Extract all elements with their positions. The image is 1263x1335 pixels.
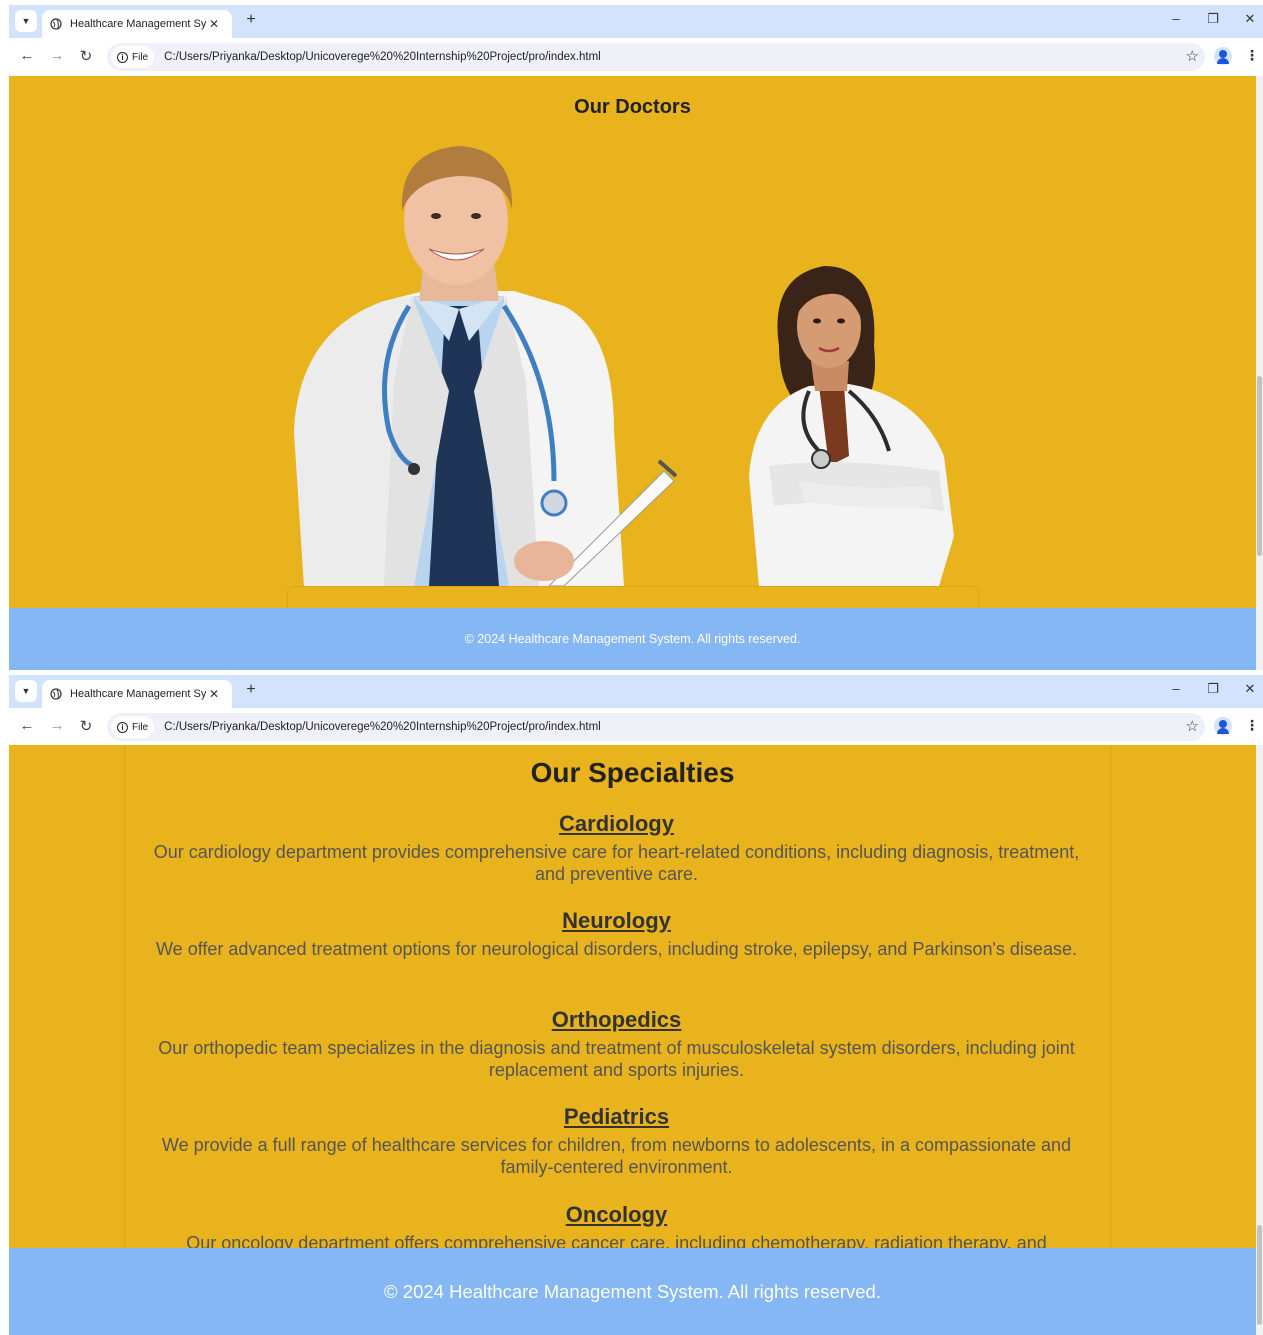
site-info-chip[interactable]: i File — [111, 716, 155, 738]
bookmark-star-icon[interactable]: ☆ — [1186, 47, 1199, 65]
forward-icon[interactable]: → — [47, 717, 67, 734]
globe-icon — [50, 688, 62, 700]
specialty-name: Orthopedics — [551, 1007, 682, 1032]
close-window-icon[interactable]: ✕ — [1240, 11, 1260, 27]
footer-copyright: © 2024 Healthcare Management System. All… — [384, 1280, 881, 1302]
scrollbar-thumb[interactable] — [1257, 376, 1262, 556]
specialty-name: Cardiology — [559, 811, 674, 836]
specialty-description: We offer advanced treatment options for … — [156, 939, 1077, 959]
globe-icon — [50, 18, 62, 30]
specialties-section: Our Specialties Cardiology Our cardiolog… — [9, 745, 1256, 1248]
section-title: Our Doctors — [574, 96, 691, 118]
back-icon[interactable]: ← — [17, 47, 37, 64]
male-doctor-photo — [294, 146, 678, 586]
specialty-item: Orthopedics Our orthopedic team speciali… — [149, 1007, 1084, 1081]
close-window-icon[interactable]: ✕ — [1240, 681, 1260, 697]
female-doctor-photo — [749, 266, 954, 586]
url-text: C:/Users/Priyanka/Desktop/Unicoverege%20… — [164, 51, 601, 63]
close-tab-icon[interactable]: ✕ — [206, 17, 222, 31]
reload-icon[interactable]: ↻ — [76, 717, 96, 735]
browser-toolbar: ← → ↻ i File C:/Users/Priyanka/Desktop/U… — [9, 708, 1263, 746]
browser-menu-icon[interactable]: ⋮ — [1245, 47, 1259, 64]
tab-strip: ▼ Healthcare Management System ✕ + – ❐ ✕ — [9, 675, 1263, 708]
browser-tab[interactable]: Healthcare Management System ✕ — [42, 10, 232, 38]
info-icon: i — [117, 51, 128, 63]
specialty-name: Oncology — [565, 1202, 668, 1227]
restore-icon[interactable]: ❐ — [1203, 11, 1223, 27]
specialty-name: Neurology — [562, 908, 671, 933]
site-info-label: File — [132, 51, 149, 63]
page-scrollbar[interactable] — [1256, 745, 1263, 1335]
scrollbar-thumb[interactable] — [1257, 1225, 1262, 1325]
tab-search-dropdown-icon[interactable]: ▼ — [15, 680, 37, 702]
specialty-description: We provide a full range of healthcare se… — [161, 1135, 1072, 1177]
browser-window-specialties: ▼ Healthcare Management System ✕ + – ❐ ✕… — [0, 670, 1263, 1335]
tab-title: Healthcare Management System — [70, 18, 206, 30]
restore-icon[interactable]: ❐ — [1203, 681, 1223, 697]
bookmark-star-icon[interactable]: ☆ — [1186, 717, 1199, 735]
specialty-item: Oncology Our oncology department offers … — [149, 1202, 1084, 1248]
profile-avatar-icon[interactable] — [1214, 717, 1232, 735]
section-title: Our Specialties — [530, 757, 735, 788]
page-footer: © 2024 Healthcare Management System. All… — [9, 1248, 1256, 1335]
specialty-name: Pediatrics — [563, 1104, 670, 1129]
page-scrollbar[interactable] — [1256, 76, 1263, 670]
specialty-description: Our oncology department offers comprehen… — [186, 1233, 1047, 1248]
profile-avatar-icon[interactable] — [1214, 47, 1232, 65]
specialty-description: Our orthopedic team specializes in the d… — [158, 1038, 1075, 1080]
back-icon[interactable]: ← — [17, 717, 37, 734]
minimize-icon[interactable]: – — [1166, 11, 1186, 26]
tab-strip: ▼ Healthcare Management System ✕ + – ❐ ✕ — [9, 5, 1263, 38]
reload-icon[interactable]: ↻ — [76, 47, 96, 65]
forward-icon[interactable]: → — [47, 47, 67, 64]
specialty-item: Neurology We offer advanced treatment op… — [149, 908, 1084, 960]
specialty-description: Our cardiology department provides compr… — [153, 842, 1080, 884]
site-info-chip[interactable]: i File — [111, 46, 155, 68]
doctor-card-frame — [287, 586, 979, 608]
specialty-item: Pediatrics We provide a full range of he… — [149, 1104, 1084, 1178]
new-tab-icon[interactable]: + — [241, 681, 261, 699]
tab-search-dropdown-icon[interactable]: ▼ — [15, 10, 37, 32]
footer-copyright: © 2024 Healthcare Management System. All… — [464, 632, 801, 646]
info-icon: i — [117, 721, 128, 733]
specialty-item: Cardiology Our cardiology department pro… — [149, 811, 1084, 885]
site-info-label: File — [132, 721, 149, 733]
browser-window-doctors: ▼ Healthcare Management System ✕ + – ❐ ✕… — [0, 0, 1263, 670]
minimize-icon[interactable]: – — [1166, 681, 1186, 696]
tab-title: Healthcare Management System — [70, 688, 206, 700]
doctors-section: Our Doctors — [9, 76, 1256, 608]
close-tab-icon[interactable]: ✕ — [206, 687, 222, 701]
browser-menu-icon[interactable]: ⋮ — [1245, 717, 1259, 734]
address-bar[interactable]: i File C:/Users/Priyanka/Desktop/Unicove… — [107, 43, 1205, 71]
url-text: C:/Users/Priyanka/Desktop/Unicoverege%20… — [164, 721, 601, 733]
new-tab-icon[interactable]: + — [241, 11, 261, 29]
address-bar[interactable]: i File C:/Users/Priyanka/Desktop/Unicove… — [107, 713, 1205, 741]
browser-tab[interactable]: Healthcare Management System ✕ — [42, 680, 232, 708]
browser-toolbar: ← → ↻ i File C:/Users/Priyanka/Desktop/U… — [9, 38, 1263, 76]
page-footer: © 2024 Healthcare Management System. All… — [9, 608, 1256, 670]
